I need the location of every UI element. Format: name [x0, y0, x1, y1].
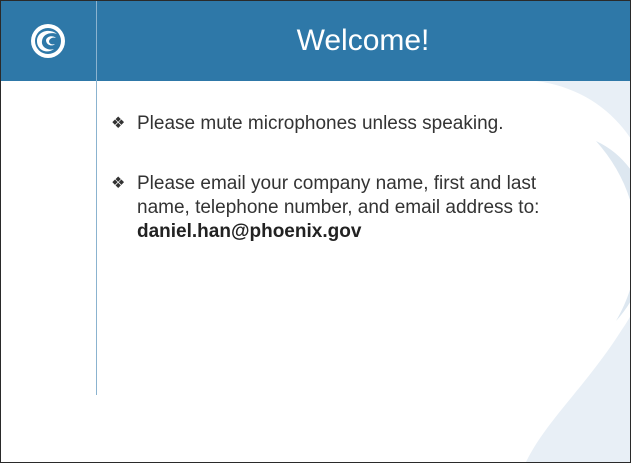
- list-item: ❖ Please email your company name, first …: [111, 172, 581, 244]
- phoenix-logo-icon: [31, 24, 65, 58]
- bullet-list: ❖ Please mute microphones unless speakin…: [111, 112, 581, 244]
- diamond-bullet-icon: ❖: [111, 115, 126, 132]
- bullet-text: Please mute microphones unless speaking.: [137, 113, 504, 134]
- slide-title: Welcome!: [296, 24, 430, 57]
- email-address: daniel.han@phoenix.gov: [137, 221, 362, 242]
- bullet-text: Please email your company name, first an…: [137, 173, 540, 218]
- vertical-divider: [96, 1, 97, 395]
- list-item: ❖ Please mute microphones unless speakin…: [111, 112, 581, 136]
- logo-box: [1, 1, 96, 81]
- slide: Welcome! ❖ Please mute microphones unles…: [0, 0, 631, 463]
- diamond-bullet-icon: ❖: [111, 175, 126, 192]
